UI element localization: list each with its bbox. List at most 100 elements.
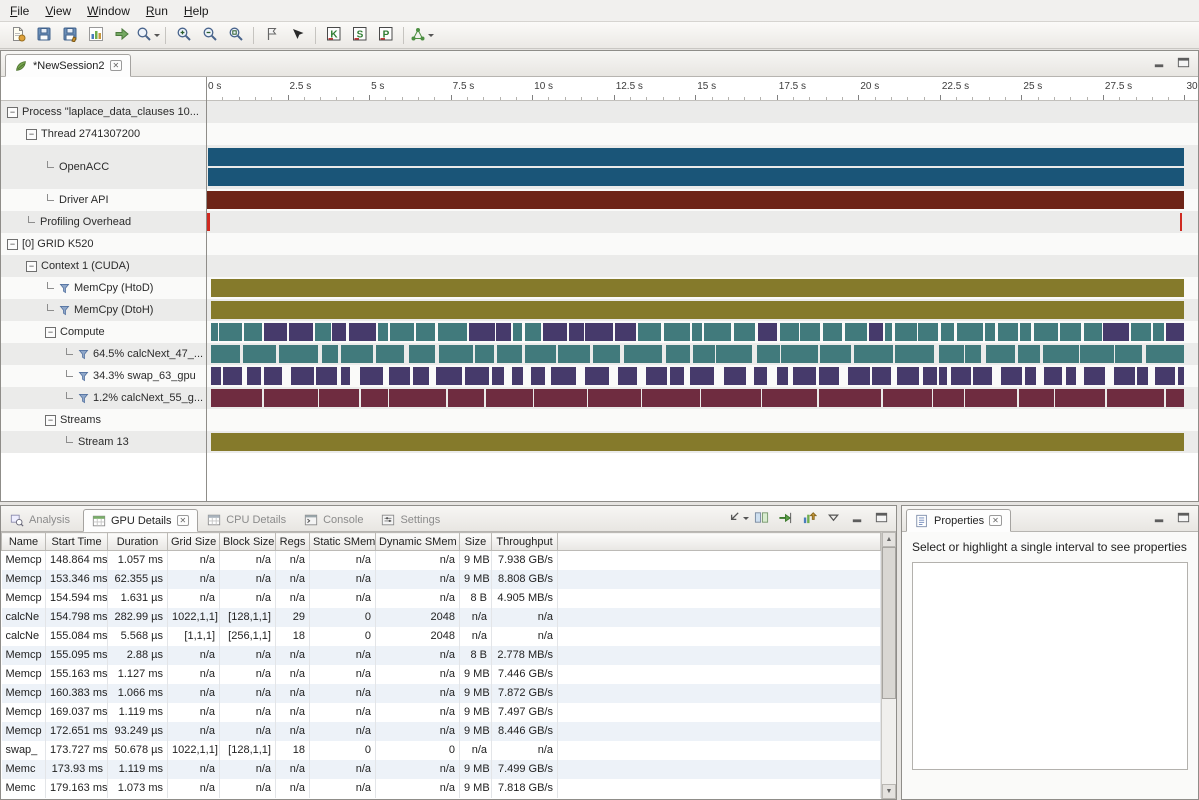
timeline-tree-row[interactable]: −Process "laplace_data_clauses 10...	[1, 101, 206, 123]
timeline-bar[interactable]	[207, 279, 1191, 297]
timeline-track[interactable]	[206, 387, 1198, 409]
timeline-tree-row[interactable]: MemCpy (DtoH)	[1, 299, 206, 321]
table-row[interactable]: Memcp155.095 ms2.88 µsn/an/an/an/an/a8 B…	[2, 646, 881, 665]
timeline-track[interactable]	[206, 145, 1198, 189]
column-header-duration[interactable]: Duration	[108, 533, 168, 551]
tab-properties[interactable]: Properties ✕	[906, 509, 1011, 532]
timeline-bar[interactable]	[207, 323, 1191, 341]
table-row[interactable]: Memcp155.163 ms1.127 msn/an/an/an/an/a9 …	[2, 665, 881, 684]
table-row[interactable]: Memcp169.037 ms1.119 msn/an/an/an/an/a9 …	[2, 703, 881, 722]
timeline-track[interactable]	[206, 277, 1198, 299]
import-button[interactable]	[774, 509, 796, 529]
timeline-bar[interactable]	[207, 191, 1191, 209]
timeline-tree-row[interactable]: −Thread 2741307200	[1, 123, 206, 145]
collapse-toggle[interactable]: −	[45, 415, 56, 426]
timeline-tree-row[interactable]: MemCpy (HtoD)	[1, 277, 206, 299]
tab-settings[interactable]: Settings	[372, 508, 449, 531]
column-header-size[interactable]: Size	[460, 533, 492, 551]
table-row[interactable]: calcNe154.798 ms282.99 µs1022,1,1][128,1…	[2, 608, 881, 627]
search-button[interactable]	[135, 24, 160, 46]
column-header-grid-size[interactable]: Grid Size	[168, 533, 220, 551]
timeline-tree-row[interactable]: −Compute	[1, 321, 206, 343]
menu-window[interactable]: Window	[79, 1, 138, 21]
timeline-tree-row[interactable]: OpenACC	[1, 145, 206, 189]
table-row[interactable]: Memc173.93 ms1.119 msn/an/an/an/an/a9 MB…	[2, 760, 881, 779]
timeline-bar[interactable]	[207, 168, 1191, 186]
collapse-toggle[interactable]: −	[26, 129, 37, 140]
close-tab-icon[interactable]: ✕	[177, 515, 190, 526]
column-header-throughput[interactable]: Throughput	[492, 533, 558, 551]
scroll-to-selection-button[interactable]	[726, 509, 748, 529]
export-table-button[interactable]	[798, 509, 820, 529]
timeline-track[interactable]	[206, 431, 1198, 453]
tab-gpu-details[interactable]: GPU Details✕	[83, 509, 198, 532]
timeline-track[interactable]	[206, 321, 1198, 343]
scroll-down-arrow[interactable]: ▼	[882, 784, 896, 799]
minimize-button[interactable]	[1148, 509, 1170, 529]
timeline-tree-row[interactable]: Stream 13	[1, 431, 206, 453]
timeline-bar[interactable]	[207, 433, 1191, 451]
filter-icon[interactable]	[59, 283, 70, 294]
menu-help[interactable]: Help	[176, 1, 217, 21]
table-row[interactable]: Memcp148.864 ms1.057 msn/an/an/an/an/a9 …	[2, 551, 881, 570]
table-row[interactable]: Memcp172.651 ms93.249 µsn/an/an/an/an/a9…	[2, 722, 881, 741]
tab-analysis[interactable]: Analysis	[1, 508, 79, 531]
menu-view[interactable]: View	[37, 1, 79, 21]
table-row[interactable]: calcNe155.084 ms5.568 µs[1,1,1][256,1,1]…	[2, 627, 881, 646]
column-header-name[interactable]: Name	[2, 533, 46, 551]
timeline-track[interactable]	[206, 255, 1198, 277]
timeline-track[interactable]	[206, 365, 1198, 387]
filter-icon[interactable]	[78, 349, 89, 360]
export-profile-button[interactable]	[109, 24, 134, 46]
column-header-static-smem[interactable]: Static SMem	[310, 533, 376, 551]
go-to-marker-button[interactable]	[285, 24, 310, 46]
save-all-button[interactable]	[57, 24, 82, 46]
filter-icon[interactable]	[78, 393, 89, 404]
filter-icon[interactable]	[78, 371, 89, 382]
timeline-tree-row[interactable]: Driver API	[1, 189, 206, 211]
timeline-tree-row[interactable]: 1.2% calcNext_55_g...	[1, 387, 206, 409]
view-menu-button[interactable]	[822, 509, 844, 529]
minimize-button[interactable]	[1148, 54, 1170, 74]
timeline-track[interactable]	[206, 409, 1198, 431]
zoom-out-button[interactable]	[197, 24, 222, 46]
scroll-up-arrow[interactable]: ▲	[882, 532, 896, 547]
zoom-fit-button[interactable]	[223, 24, 248, 46]
timeline-track[interactable]	[206, 343, 1198, 365]
timeline-track[interactable]	[206, 233, 1198, 255]
timeline-tree-row[interactable]: −Streams	[1, 409, 206, 431]
layout-button[interactable]	[750, 509, 772, 529]
timeline-ruler[interactable]: 0 s2.5 s5 s7.5 s10 s12.5 s15 s17.5 s20 s…	[1, 77, 1198, 101]
menu-run[interactable]: Run	[138, 1, 176, 21]
timeline-tree-row[interactable]: −Context 1 (CUDA)	[1, 255, 206, 277]
menu-file[interactable]: File	[2, 1, 37, 21]
analyze-application-button[interactable]	[409, 24, 434, 46]
table-row[interactable]: Memcp153.346 ms62.355 µsn/an/an/an/an/a9…	[2, 570, 881, 589]
collapse-toggle[interactable]: −	[7, 107, 18, 118]
column-header-dynamic-smem[interactable]: Dynamic SMem	[376, 533, 460, 551]
zoom-in-button[interactable]	[171, 24, 196, 46]
collapse-toggle[interactable]: −	[26, 261, 37, 272]
timeline-tree-row[interactable]: −[0] GRID K520	[1, 233, 206, 255]
timeline-track[interactable]	[206, 123, 1198, 145]
minimize-button[interactable]	[846, 509, 868, 529]
timeline-track[interactable]	[206, 189, 1198, 211]
timeline-tree-row[interactable]: 34.3% swap_63_gpu	[1, 365, 206, 387]
column-header-start-time[interactable]: Start Time	[46, 533, 108, 551]
stream-timeline-button[interactable]: S	[347, 24, 372, 46]
table-row[interactable]: swap_173.727 ms50.678 µs1022,1,1][128,1,…	[2, 741, 881, 760]
timeline-track[interactable]	[206, 211, 1198, 233]
process-timeline-button[interactable]: P	[373, 24, 398, 46]
save-session-button[interactable]	[31, 24, 56, 46]
column-header-regs[interactable]: Regs	[276, 533, 310, 551]
maximize-button[interactable]	[1172, 509, 1194, 529]
close-properties-icon[interactable]: ✕	[989, 515, 1002, 526]
timeline-bar[interactable]	[207, 367, 1191, 385]
timeline-bar[interactable]	[207, 345, 1191, 363]
tab-session[interactable]: *NewSession2 ✕	[5, 54, 131, 77]
timeline-bar[interactable]	[207, 148, 1191, 166]
kernel-timeline-button[interactable]: K	[321, 24, 346, 46]
tab-console[interactable]: Console	[295, 508, 372, 531]
timeline-bar[interactable]	[207, 389, 1191, 407]
timeline-bar[interactable]	[207, 213, 1191, 231]
